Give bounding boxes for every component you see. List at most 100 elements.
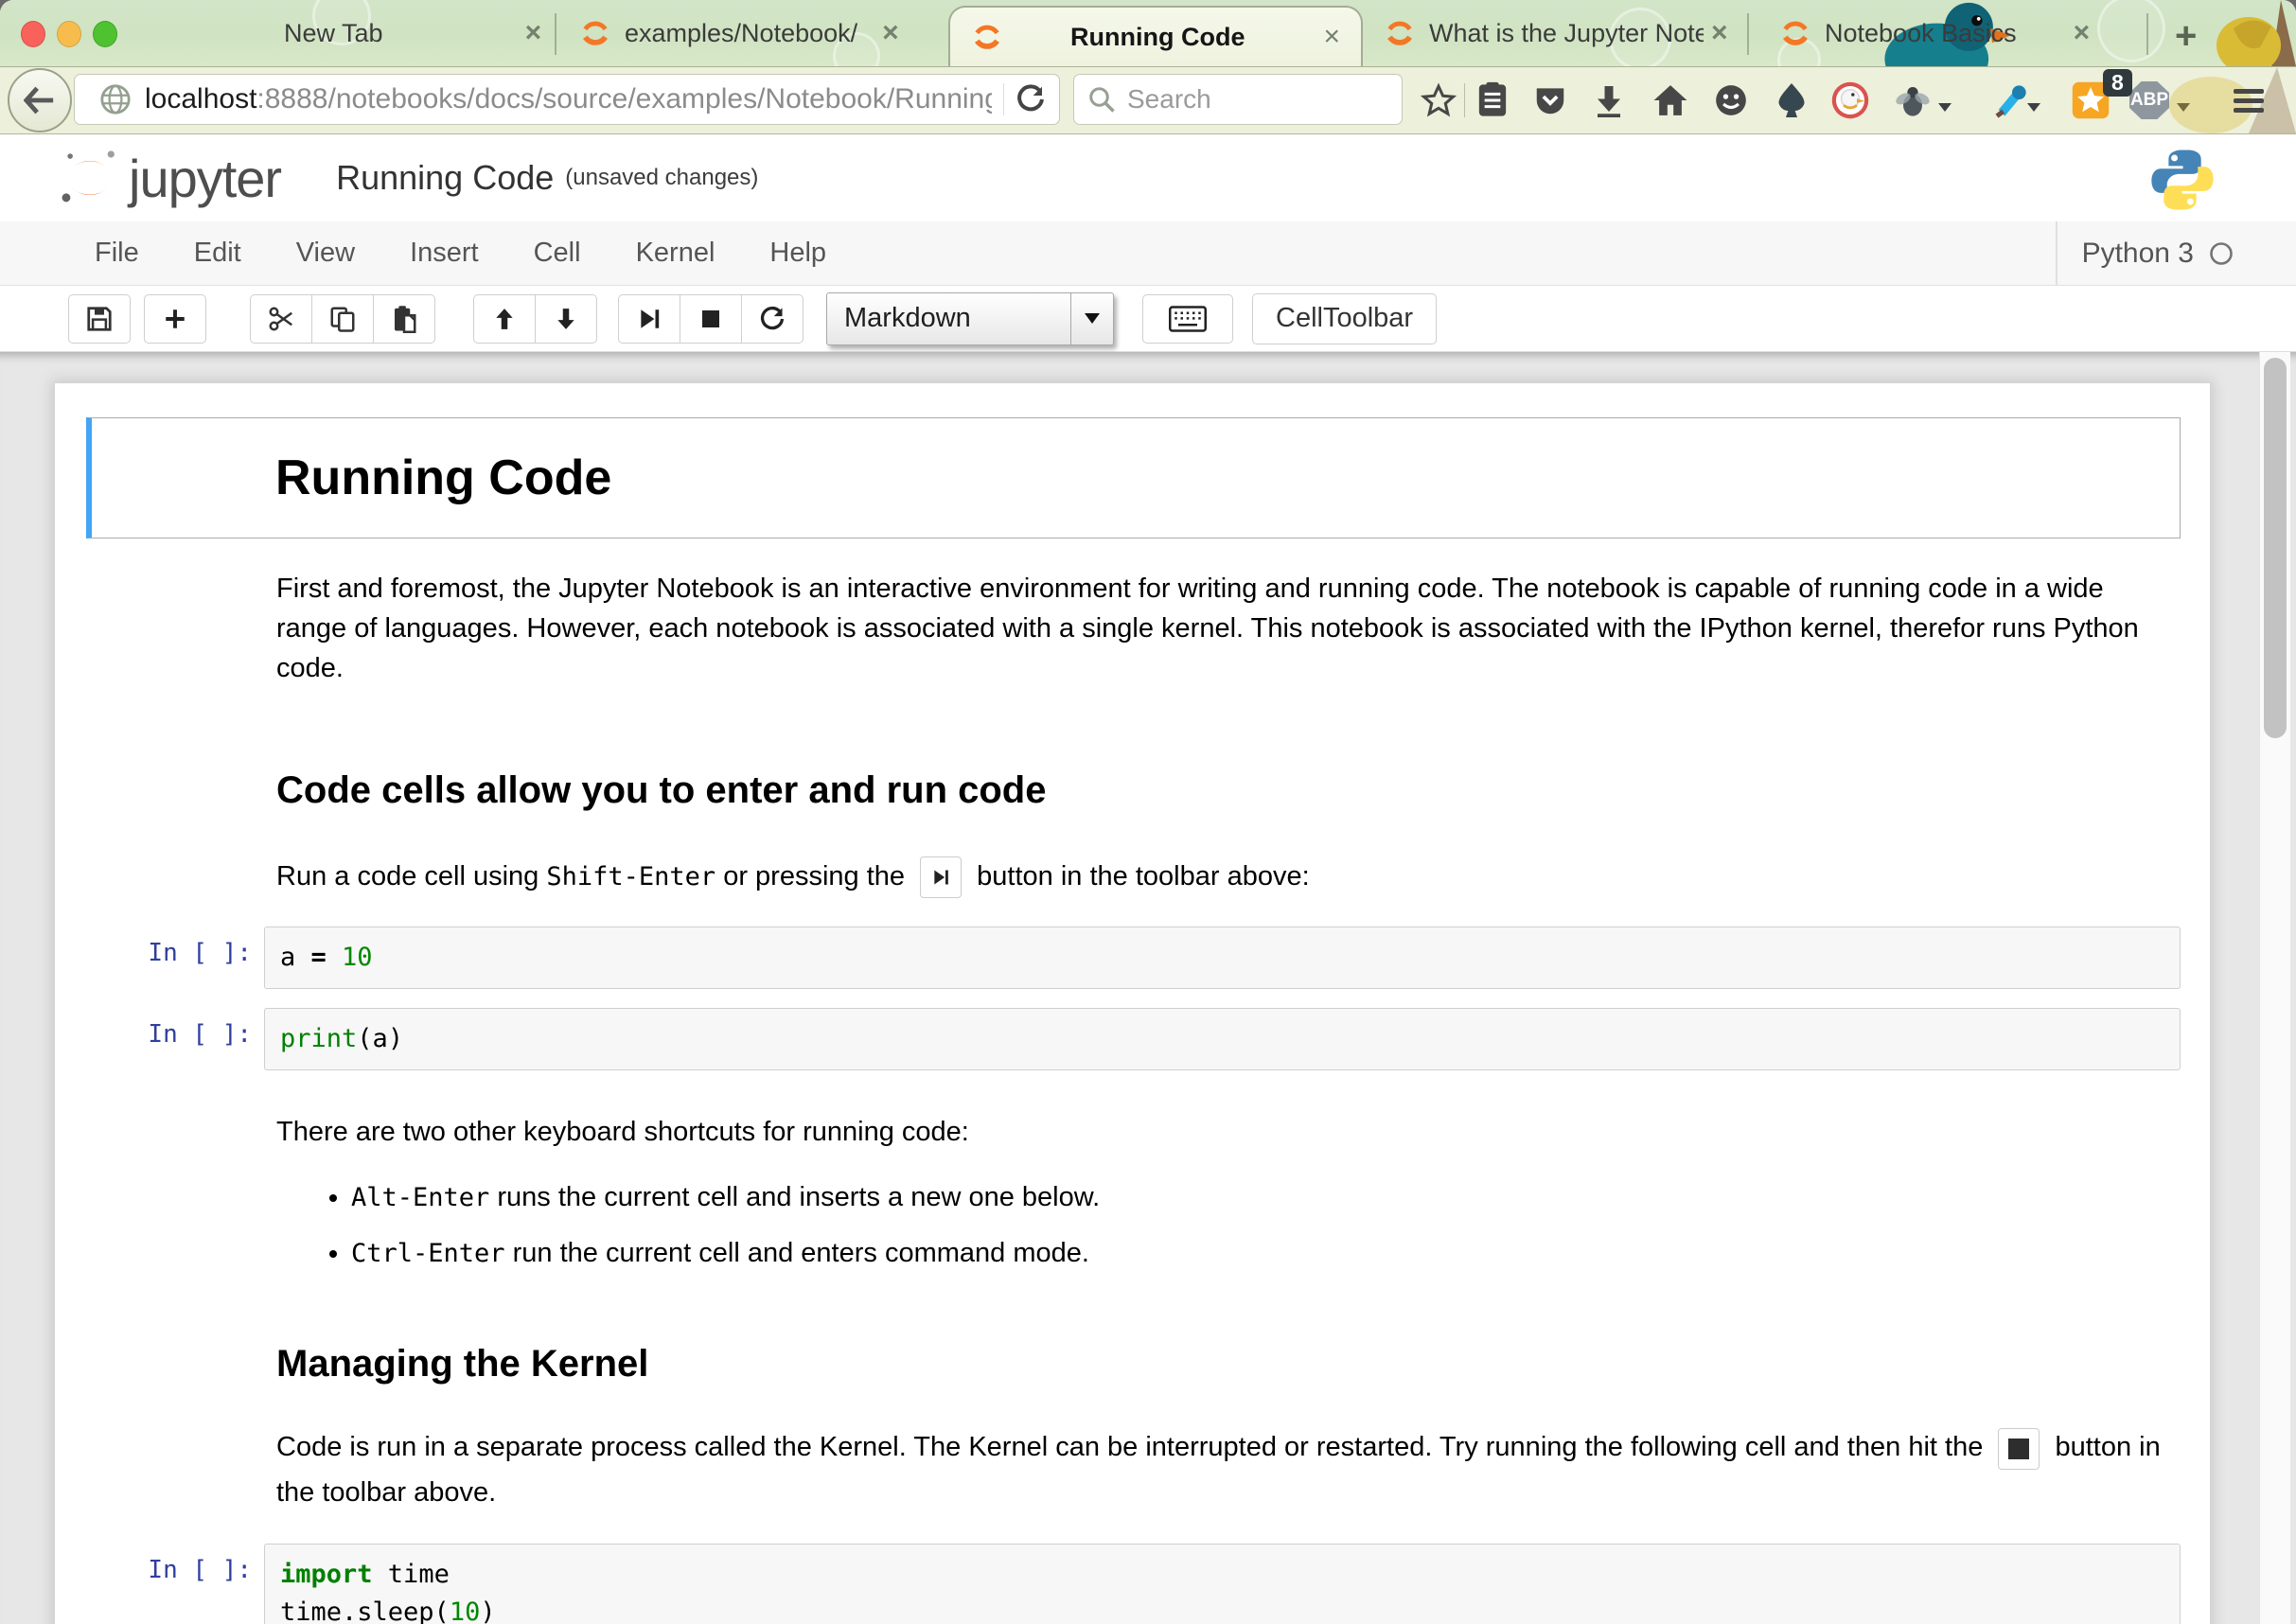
tab-close-icon[interactable]: × (882, 19, 899, 47)
code-cell-a[interactable]: In [ ]: a = 10 (86, 927, 2181, 989)
menu-edit[interactable]: Edit (194, 238, 241, 269)
browser-tab-what-is-jupyter[interactable]: What is the Jupyter Notebook × (1384, 0, 1743, 66)
browser-tab-notebook-basics[interactable]: Notebook Basics × (1779, 0, 2134, 66)
notebook-header: jupyter Running Code (unsaved changes) (0, 134, 2296, 221)
extension-fly-icon[interactable] (1893, 80, 1933, 120)
extension-spade-icon[interactable] (1772, 80, 1811, 120)
globe-icon (99, 83, 132, 115)
bookmark-star-icon[interactable] (1419, 80, 1458, 120)
code-input[interactable]: import timetime.sleep(10) (264, 1544, 2181, 1624)
theme-bird-yellow (2215, 0, 2296, 66)
tab-close-icon[interactable]: × (2074, 19, 2091, 47)
markdown-cell-selected[interactable]: Running Code (86, 417, 2181, 538)
extension-blue-tool-icon[interactable] (1991, 80, 2031, 120)
stop-icon (699, 308, 722, 330)
run-text-post: button in the toolbar above: (969, 861, 1310, 891)
browser-tab-running-code-active[interactable]: Running Code × (948, 6, 1363, 66)
kernel-idle-icon (2209, 241, 2234, 266)
reload-icon[interactable] (1016, 83, 1046, 115)
paste-cell-button[interactable] (373, 294, 435, 344)
shortcut-text: runs the current cell and inserts a new … (489, 1182, 1100, 1212)
kernel-paragraph: Code is run in a separate process called… (276, 1424, 2179, 1515)
insert-cell-below-button[interactable] (144, 294, 206, 344)
shortcut-item-alt-enter: Alt-Enter runs the current cell and inse… (351, 1176, 2181, 1219)
restart-kernel-button[interactable] (741, 294, 804, 344)
menu-file[interactable]: File (95, 238, 139, 269)
code-input[interactable]: print(a) (264, 1008, 2181, 1070)
input-prompt: In [ ]: (86, 1008, 264, 1070)
tab-close-icon[interactable]: × (1323, 23, 1340, 51)
move-cell-up-button[interactable] (473, 294, 536, 344)
adblock-plus-icon[interactable]: ABP (2129, 80, 2169, 120)
move-cell-down-button[interactable] (535, 294, 597, 344)
run-text-pre: Run a code cell using (276, 861, 546, 891)
run-cell-button[interactable] (618, 294, 680, 344)
code-cell-print[interactable]: In [ ]: print(a) (86, 1008, 2181, 1070)
jupyter-logo[interactable]: jupyter (61, 148, 281, 209)
zoom-window-button[interactable] (93, 21, 117, 47)
menu-cell[interactable]: Cell (534, 238, 581, 269)
pocket-icon[interactable] (1530, 80, 1570, 120)
select-arrow (1070, 293, 1113, 344)
section-heading-kernel: Managing the Kernel (276, 1341, 2179, 1386)
kbd-shift-enter: Shift-Enter (546, 862, 715, 891)
section-heading-code-cells: Code cells allow you to enter and run co… (276, 768, 2179, 813)
notebook-content-area: Running Code First and foremost, the Jup… (0, 352, 2296, 1624)
download-icon[interactable] (1589, 80, 1629, 120)
url-bar[interactable]: localhost:8888/notebooks/docs/source/exa… (74, 74, 1060, 125)
window-controls (21, 21, 117, 47)
browser-tab-new-tab[interactable]: New Tab × (284, 0, 558, 66)
kbd-ctrl-enter: Ctrl-Enter (351, 1239, 505, 1268)
menu-help[interactable]: Help (769, 238, 826, 269)
tab-close-icon[interactable]: × (525, 19, 542, 47)
code-token: a (373, 1024, 388, 1053)
menu-hamburger-icon[interactable] (2234, 80, 2273, 124)
tab-title: Running Code (1016, 23, 1298, 52)
tab-separator (1747, 13, 1749, 55)
urlbar-divider (1003, 83, 1004, 115)
code-token-number: 10 (450, 1598, 481, 1624)
tab-title: What is the Jupyter Notebook (1429, 19, 1704, 48)
copy-cell-button[interactable] (311, 294, 374, 344)
save-button[interactable] (68, 294, 131, 344)
menu-insert[interactable]: Insert (410, 238, 479, 269)
back-button[interactable] (8, 68, 72, 132)
close-window-button[interactable] (21, 21, 45, 47)
scrollbar-track[interactable] (2259, 352, 2290, 1624)
search-input[interactable] (1125, 83, 1356, 115)
plus-icon (163, 307, 187, 331)
celltoolbar-button[interactable]: CellToolbar (1252, 293, 1437, 344)
browser-tab-examples[interactable]: examples/Notebook/ × (579, 0, 939, 66)
notebook-title[interactable]: Running Code (336, 158, 554, 198)
celltoolbar-label: CellToolbar (1276, 303, 1413, 334)
abp-label: ABP (2129, 81, 2169, 119)
new-tab-button[interactable]: + (2175, 15, 2197, 58)
jupyter-wordmark: jupyter (129, 148, 281, 209)
duckduckgo-icon[interactable] (1830, 80, 1870, 120)
menu-kernel[interactable]: Kernel (636, 238, 715, 269)
interrupt-kernel-button[interactable] (680, 294, 742, 344)
home-icon[interactable] (1651, 80, 1690, 120)
menu-view[interactable]: View (296, 238, 355, 269)
code-token: ) (480, 1598, 495, 1624)
inline-stop-button-glyph (1998, 1428, 2040, 1470)
tab-close-icon[interactable]: × (1711, 19, 1728, 47)
minimize-window-button[interactable] (57, 21, 81, 47)
intro-paragraph: First and foremost, the Jupyter Notebook… (276, 569, 2179, 688)
feedback-smiley-icon[interactable] (1711, 80, 1751, 120)
search-bar[interactable] (1073, 74, 1403, 125)
scrollbar-thumb[interactable] (2264, 358, 2287, 738)
extension-dropdown-caret[interactable] (1938, 103, 1952, 112)
command-palette-button[interactable] (1142, 294, 1233, 344)
bookmarks-menu-icon[interactable] (1473, 80, 1512, 120)
notebook-toolbar: Markdown CellToolbar (0, 286, 2296, 352)
code-cell-import-time[interactable]: In [ ]: import timetime.sleep(10) (86, 1544, 2181, 1624)
cut-cell-button[interactable] (250, 294, 312, 344)
cell-type-select[interactable]: Markdown (826, 292, 1114, 345)
notebook-h1: Running Code (275, 450, 611, 506)
url-text[interactable]: localhost:8888/notebooks/docs/source/exa… (145, 83, 992, 115)
code-input[interactable]: a = 10 (264, 927, 2181, 989)
code-token: time.sleep( (280, 1598, 450, 1624)
tab-separator (555, 13, 556, 55)
jupyter-favicon-icon (971, 21, 1003, 53)
